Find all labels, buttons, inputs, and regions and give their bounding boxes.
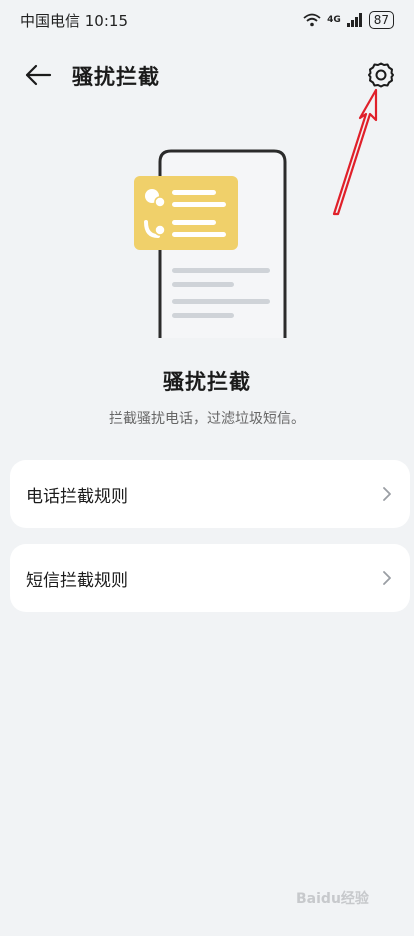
screen: 中国电信 10:15 4G 87 骚扰拦截 骚扰拦截 拦截骚扰电话，过滤垃圾短信… <box>0 0 414 936</box>
chevron-right-icon <box>383 487 391 501</box>
page-title: 骚扰拦截 <box>72 65 160 89</box>
back-arrow-icon[interactable] <box>24 61 52 89</box>
hero-title: 骚扰拦截 <box>163 370 251 394</box>
annotation-arrow <box>332 88 378 216</box>
signal-icon <box>346 13 362 27</box>
app-bar: 骚扰拦截 <box>0 48 414 102</box>
watermark: Baidu经验 <box>296 891 369 907</box>
menu-item-sms-blocking-rules[interactable]: 短信拦截规则 <box>10 544 410 612</box>
wifi-icon <box>303 13 321 27</box>
gear-icon[interactable] <box>366 60 396 90</box>
status-right: 4G 87 <box>303 11 394 29</box>
carrier-time: 中国电信 10:15 <box>20 11 128 30</box>
battery-indicator: 87 <box>368 11 394 29</box>
status-left: 中国电信 10:15 <box>20 10 128 31</box>
hero-description: 拦截骚扰电话，过滤垃圾短信。 <box>109 411 305 427</box>
menu-item-call-blocking-rules[interactable]: 电话拦截规则 <box>10 460 410 528</box>
menu-item-label: 短信拦截规则 <box>26 570 128 591</box>
phone-illustration <box>134 149 287 338</box>
network-type: 4G <box>327 14 341 25</box>
chevron-right-icon <box>383 571 391 585</box>
menu-item-label: 电话拦截规则 <box>26 486 128 507</box>
status-bar: 中国电信 10:15 4G 87 <box>0 0 414 40</box>
